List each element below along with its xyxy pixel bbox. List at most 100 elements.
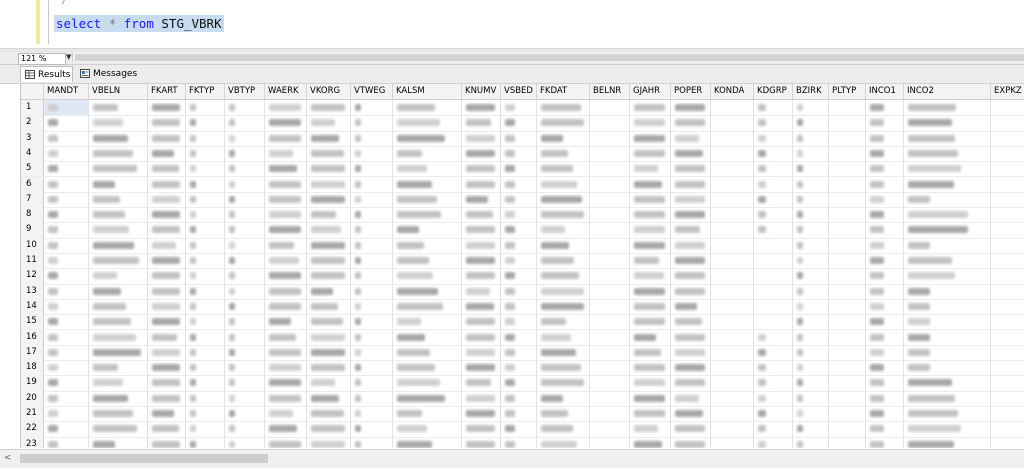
cell-pltyp[interactable] xyxy=(829,100,866,116)
cell-inco2[interactable] xyxy=(904,298,991,315)
cell-fktyp[interactable] xyxy=(186,406,225,422)
cell-kdgrp[interactable] xyxy=(754,283,793,299)
cell-fkart[interactable] xyxy=(148,161,186,177)
cell-mandt[interactable] xyxy=(44,375,89,391)
cell-vkorg[interactable] xyxy=(307,145,351,162)
cell-waerk[interactable] xyxy=(265,314,307,330)
cell-expkz[interactable] xyxy=(991,207,1024,222)
cell-inco2[interactable] xyxy=(904,283,991,299)
cell-vbtyp[interactable] xyxy=(225,436,265,448)
cell-belnr[interactable] xyxy=(590,421,630,437)
cell-knumv[interactable] xyxy=(462,390,501,406)
cell-vkorg[interactable] xyxy=(307,161,351,177)
tab-results[interactable]: Results xyxy=(20,66,73,82)
cell-vbeln[interactable] xyxy=(89,222,148,238)
cell-vsbed[interactable] xyxy=(501,344,537,361)
cell-inco2[interactable] xyxy=(904,115,991,131)
cell-mandt[interactable] xyxy=(44,268,89,284)
table-row[interactable]: 10 xyxy=(21,237,1024,254)
cell-fkdat[interactable] xyxy=(537,360,590,376)
cell-waerk[interactable] xyxy=(265,222,307,238)
cell-fktyp[interactable] xyxy=(186,329,225,345)
cell-poper[interactable] xyxy=(671,161,711,177)
table-row[interactable]: 4 xyxy=(21,145,1024,163)
cell-vsbed[interactable] xyxy=(501,161,537,177)
cell-poper[interactable] xyxy=(671,191,711,208)
row-number[interactable]: 21 xyxy=(21,406,44,422)
cell-inco2[interactable] xyxy=(904,344,991,361)
cell-inco2[interactable] xyxy=(904,390,991,406)
cell-poper[interactable] xyxy=(671,421,711,437)
cell-inco2[interactable] xyxy=(904,207,991,223)
cell-kalsm[interactable] xyxy=(393,191,462,208)
row-number[interactable]: 7 xyxy=(21,191,44,208)
cell-fkart[interactable] xyxy=(148,314,186,330)
cell-konda[interactable] xyxy=(711,421,754,437)
cell-vtweg[interactable] xyxy=(351,130,393,146)
cell-knumv[interactable] xyxy=(462,283,501,299)
cell-expkz[interactable] xyxy=(991,253,1024,268)
column-header-fkart[interactable]: FKART xyxy=(148,84,186,99)
cell-fkart[interactable] xyxy=(148,329,186,345)
cell-kdgrp[interactable] xyxy=(754,344,793,361)
cell-waerk[interactable] xyxy=(265,436,307,448)
cell-knumv[interactable] xyxy=(462,344,501,361)
cell-inco2[interactable] xyxy=(904,100,991,116)
cell-inco1[interactable] xyxy=(866,268,904,284)
cell-mandt[interactable] xyxy=(44,406,89,422)
cell-belnr[interactable] xyxy=(590,329,630,345)
cell-fktyp[interactable] xyxy=(186,344,225,361)
cell-kdgrp[interactable] xyxy=(754,329,793,345)
cell-fktyp[interactable] xyxy=(186,268,225,284)
cell-poper[interactable] xyxy=(671,176,711,192)
row-number[interactable]: 11 xyxy=(21,253,44,269)
cell-fkart[interactable] xyxy=(148,100,186,116)
cell-poper[interactable] xyxy=(671,145,711,162)
cell-gjahr[interactable] xyxy=(630,375,671,391)
cell-vbtyp[interactable] xyxy=(225,314,265,330)
table-row[interactable]: 9 xyxy=(21,222,1024,239)
cell-vkorg[interactable] xyxy=(307,360,351,376)
cell-konda[interactable] xyxy=(711,176,754,192)
cell-pltyp[interactable] xyxy=(829,145,866,162)
cell-fkart[interactable] xyxy=(148,375,186,391)
cell-bzirk[interactable] xyxy=(793,222,829,238)
cell-pltyp[interactable] xyxy=(829,298,866,315)
cell-konda[interactable] xyxy=(711,253,754,269)
cell-poper[interactable] xyxy=(671,329,711,345)
cell-pltyp[interactable] xyxy=(829,329,866,345)
cell-vkorg[interactable] xyxy=(307,176,351,192)
cell-vbeln[interactable] xyxy=(89,268,148,284)
cell-poper[interactable] xyxy=(671,375,711,391)
cell-belnr[interactable] xyxy=(590,360,630,376)
cell-mandt[interactable] xyxy=(44,176,89,192)
cell-gjahr[interactable] xyxy=(630,145,671,162)
table-row[interactable]: 8 xyxy=(21,207,1024,224)
cell-bzirk[interactable] xyxy=(793,191,829,208)
cell-fktyp[interactable] xyxy=(186,421,225,437)
cell-vtweg[interactable] xyxy=(351,115,393,131)
cell-vsbed[interactable] xyxy=(501,283,537,299)
cell-vbtyp[interactable] xyxy=(225,130,265,146)
row-number[interactable]: 5 xyxy=(21,161,44,177)
cell-inco1[interactable] xyxy=(866,115,904,131)
column-header-vbeln[interactable]: VBELN xyxy=(89,84,148,99)
row-number[interactable]: 10 xyxy=(21,237,44,253)
cell-expkz[interactable] xyxy=(991,192,1024,207)
cell-fkdat[interactable] xyxy=(537,145,590,162)
cell-vsbed[interactable] xyxy=(501,421,537,437)
cell-fktyp[interactable] xyxy=(186,115,225,131)
cell-pltyp[interactable] xyxy=(829,360,866,376)
column-header-vsbed[interactable]: VSBED xyxy=(501,84,537,99)
cell-vbeln[interactable] xyxy=(89,191,148,208)
cell-vbtyp[interactable] xyxy=(225,298,265,315)
table-row[interactable]: 7 xyxy=(21,191,1024,209)
cell-knumv[interactable] xyxy=(462,130,501,146)
cell-vbeln[interactable] xyxy=(89,130,148,146)
cell-belnr[interactable] xyxy=(590,436,630,448)
cell-fkdat[interactable] xyxy=(537,314,590,330)
cell-kdgrp[interactable] xyxy=(754,100,793,116)
cell-inco2[interactable] xyxy=(904,253,991,269)
cell-fktyp[interactable] xyxy=(186,100,225,116)
cell-gjahr[interactable] xyxy=(630,421,671,437)
